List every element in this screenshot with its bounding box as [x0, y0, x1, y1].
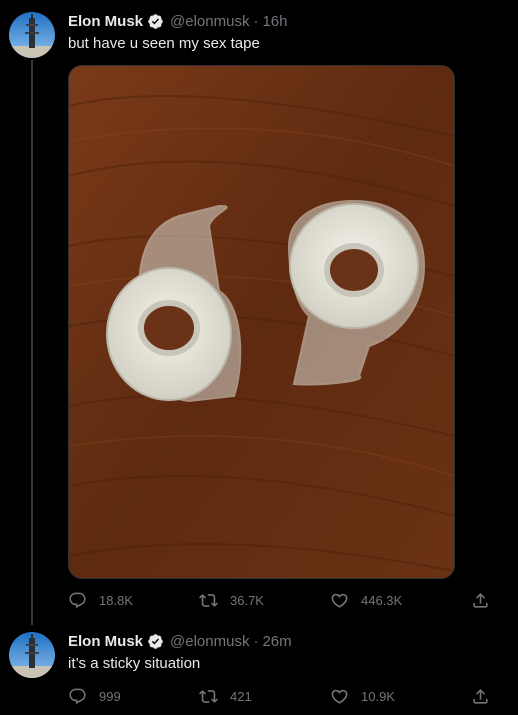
like-count: 10.9K: [361, 688, 395, 704]
reply-count: 18.8K: [99, 592, 133, 608]
like-button[interactable]: 446.3K: [330, 588, 402, 612]
tweet-text: it’s a sticky situation: [68, 655, 201, 672]
timestamp[interactable]: 16h: [262, 13, 287, 30]
avatar[interactable]: [9, 12, 55, 58]
retweet-button[interactable]: 421: [199, 684, 252, 708]
retweet-icon: [199, 593, 218, 607]
reply-button[interactable]: 999: [68, 684, 121, 708]
like-count: 446.3K: [361, 592, 403, 608]
thread-line: [31, 60, 33, 625]
separator: ·: [253, 632, 259, 650]
author-name[interactable]: Elon Musk: [68, 633, 143, 650]
reply-icon: [69, 592, 86, 608]
author-handle[interactable]: @elonmusk: [170, 13, 249, 30]
share-icon: [473, 592, 488, 608]
timestamp[interactable]: 26m: [262, 633, 291, 650]
separator: ·: [253, 12, 259, 30]
tweet-header: Elon Musk @elonmusk · 16h: [68, 11, 287, 31]
author-handle[interactable]: @elonmusk: [170, 633, 249, 650]
tweet-header: Elon Musk @elonmusk · 26m: [68, 631, 292, 651]
retweet-icon: [199, 689, 218, 703]
action-bar: 18.8K 36.7K 446.3K: [68, 588, 498, 612]
author-name[interactable]: Elon Musk: [68, 13, 143, 30]
tweet-photo[interactable]: [68, 65, 455, 579]
action-bar: 999 421 10.9K: [68, 684, 498, 708]
retweet-count: 421: [230, 688, 252, 704]
share-button[interactable]: [471, 588, 490, 612]
tweet-text: but have u seen my sex tape: [68, 35, 260, 52]
reply-count: 999: [99, 688, 121, 704]
retweet-count: 36.7K: [230, 592, 264, 608]
share-icon: [473, 688, 488, 704]
heart-icon: [331, 689, 348, 704]
verified-badge-icon: [147, 633, 164, 650]
heart-icon: [331, 593, 348, 608]
share-button[interactable]: [471, 684, 490, 708]
retweet-button[interactable]: 36.7K: [199, 588, 264, 612]
tweet-first[interactable]: Elon Musk @elonmusk · 16h but have u see…: [0, 0, 518, 625]
reply-icon: [69, 688, 86, 704]
avatar[interactable]: [9, 632, 55, 678]
like-button[interactable]: 10.9K: [330, 684, 395, 708]
verified-badge-icon: [147, 13, 164, 30]
reply-button[interactable]: 18.8K: [68, 588, 133, 612]
tweet-second[interactable]: Elon Musk @elonmusk · 26m it’s a sticky …: [0, 625, 518, 715]
